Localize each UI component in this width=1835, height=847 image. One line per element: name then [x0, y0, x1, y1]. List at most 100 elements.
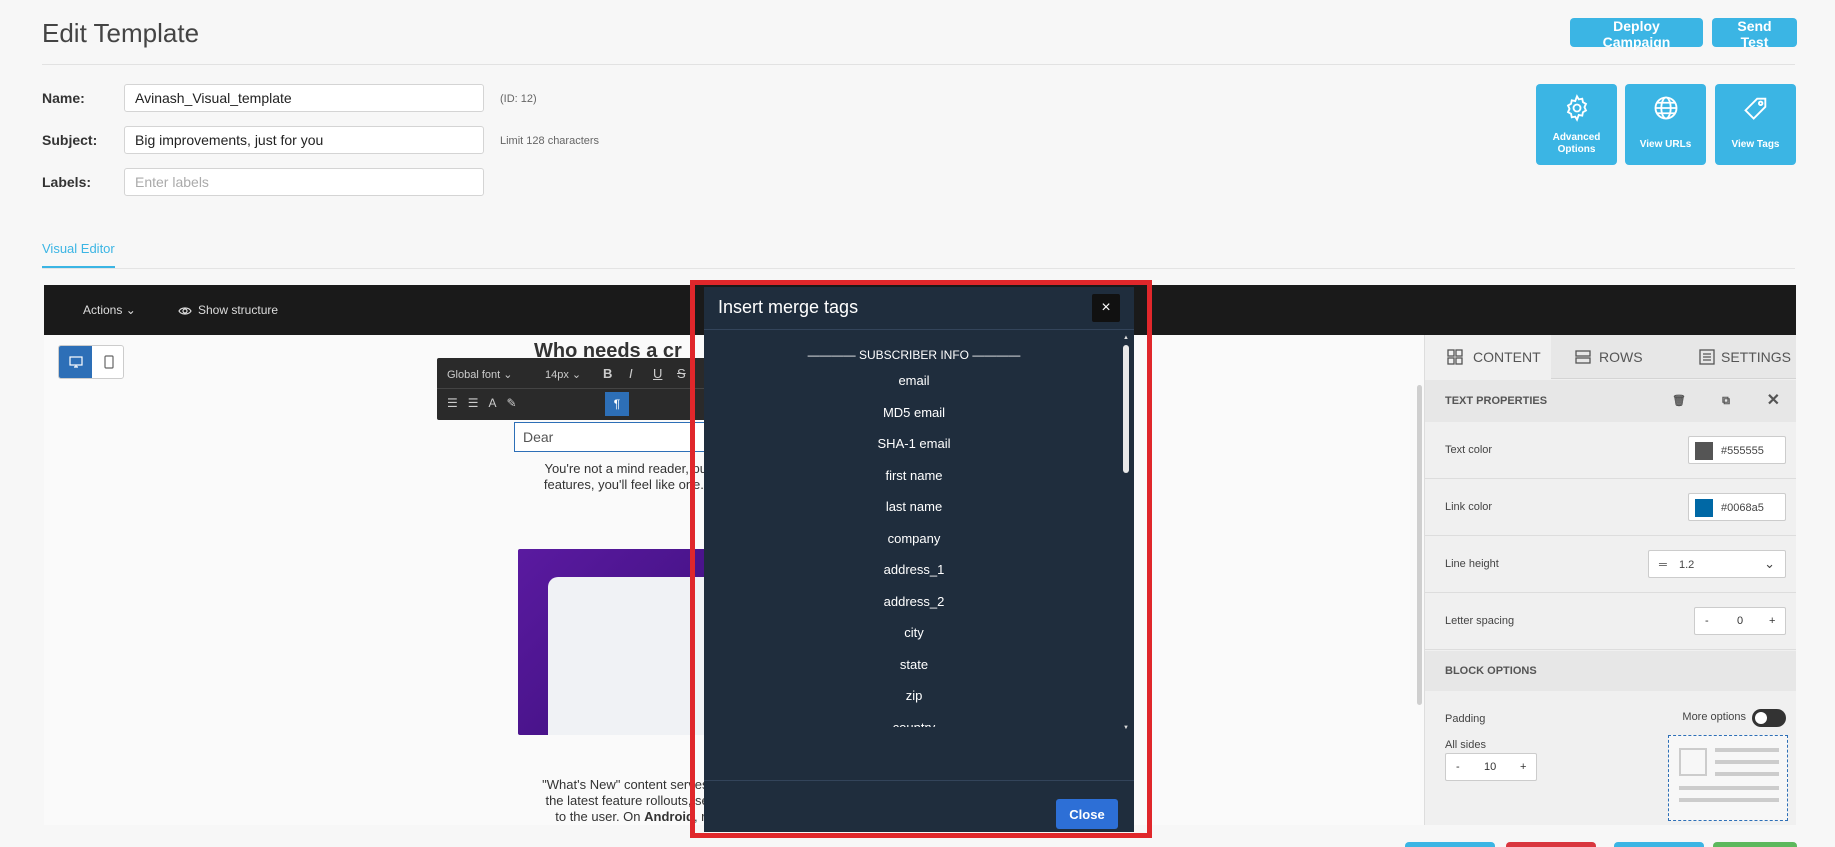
- merge-tag-state[interactable]: state: [704, 649, 1124, 681]
- text-color-swatch: [1695, 442, 1713, 460]
- scroll-down-icon[interactable]: ▼: [1122, 725, 1130, 731]
- link-color-value: #0068a5: [1721, 502, 1764, 514]
- merge-tag-last-name[interactable]: last name: [704, 491, 1124, 523]
- name-label: Name:: [42, 90, 85, 106]
- view-tags-button[interactable]: View Tags: [1715, 84, 1796, 165]
- trash-icon[interactable]: 🗑: [1672, 380, 1686, 422]
- more-options-toggle[interactable]: [1752, 709, 1786, 727]
- padding-row: Padding More options All sides - 10 +: [1425, 691, 1796, 821]
- text-color-label: Text color: [1445, 444, 1493, 456]
- text-color-value: #555555: [1721, 445, 1764, 457]
- letter-spacing-stepper[interactable]: - 0 +: [1694, 607, 1786, 635]
- deploy-campaign-button[interactable]: Deploy Campaign: [1570, 18, 1703, 50]
- mobile-icon: [103, 355, 114, 369]
- page-title: Edit Template: [42, 18, 200, 48]
- close-button[interactable]: Close: [1056, 799, 1118, 829]
- scroll-thumb[interactable]: [1123, 345, 1129, 473]
- labels-input[interactable]: [124, 168, 484, 196]
- plus-button[interactable]: +: [1769, 615, 1775, 627]
- merge-tag-list: ———— SUBSCRIBER INFO ———— email MD5 emai…: [704, 335, 1124, 727]
- text-color-row: Text color #555555: [1425, 422, 1796, 479]
- chevron-down-icon: ⌄: [1764, 556, 1775, 571]
- eye-icon: [178, 307, 192, 315]
- settings-icon: [1699, 349, 1715, 365]
- ltr-direction-icon[interactable]: ¶: [605, 392, 629, 416]
- italic-icon[interactable]: I: [629, 366, 633, 381]
- tab-visual-editor[interactable]: Visual Editor: [42, 241, 115, 268]
- properties-panel: CONTENT ROWS SETTINGS TEXT PROPERTIES 🗑 …: [1417, 335, 1796, 825]
- line-height-label: Line height: [1445, 558, 1499, 570]
- duplicate-icon[interactable]: ⧉: [1722, 380, 1730, 422]
- bottom-button-4[interactable]: [1713, 842, 1797, 847]
- merge-tag-md5-email[interactable]: MD5 email: [704, 397, 1124, 429]
- mobile-view-button[interactable]: [92, 346, 125, 378]
- merge-tag-country[interactable]: country: [704, 712, 1124, 728]
- header-divider: [42, 64, 1795, 65]
- subject-hint: Limit 128 characters: [500, 135, 600, 147]
- show-structure-toggle[interactable]: Show structure: [178, 303, 278, 317]
- actions-menu[interactable]: Actions ⌄: [83, 303, 136, 317]
- merge-tag-email[interactable]: email: [704, 365, 1124, 397]
- modal-scrollbar[interactable]: ▲ ▼: [1122, 335, 1130, 731]
- name-input[interactable]: [124, 84, 484, 112]
- merge-tag-sha1-email[interactable]: SHA-1 email: [704, 428, 1124, 460]
- strikethrough-icon[interactable]: S: [677, 366, 686, 381]
- grid-icon: [1447, 349, 1463, 365]
- rows-icon: [1575, 350, 1591, 364]
- bottom-button-2[interactable]: [1506, 842, 1596, 847]
- all-sides-label: All sides: [1445, 739, 1486, 751]
- desktop-view-button[interactable]: [59, 346, 92, 378]
- view-tags-label: View Tags: [1731, 139, 1780, 150]
- block-options-header: BLOCK OPTIONS: [1425, 651, 1796, 691]
- tab-settings[interactable]: SETTINGS: [1681, 335, 1791, 379]
- merge-tag-address-1[interactable]: address_1: [704, 554, 1124, 586]
- toolbar-divider: [437, 388, 717, 389]
- subject-label: Subject:: [42, 132, 98, 148]
- close-icon[interactable]: ✕: [1767, 380, 1780, 422]
- subject-input[interactable]: [124, 126, 484, 154]
- minus-button[interactable]: -: [1456, 761, 1460, 773]
- link-color-field[interactable]: #0068a5: [1688, 493, 1786, 521]
- globe-icon: [1654, 96, 1678, 120]
- tab-content[interactable]: CONTENT: [1425, 335, 1551, 379]
- list-and-color-icons[interactable]: ☰☰A✎: [447, 396, 527, 410]
- merge-tag-first-name[interactable]: first name: [704, 460, 1124, 492]
- merge-tag-address-2[interactable]: address_2: [704, 586, 1124, 618]
- plus-button[interactable]: +: [1520, 761, 1526, 773]
- merge-tag-company[interactable]: company: [704, 523, 1124, 555]
- merge-tag-zip[interactable]: zip: [704, 680, 1124, 712]
- link-color-row: Link color #0068a5: [1425, 479, 1796, 536]
- view-urls-button[interactable]: View URLs: [1625, 84, 1706, 165]
- link-color-swatch: [1695, 499, 1713, 517]
- underline-icon[interactable]: U: [653, 366, 662, 381]
- bottom-button-3[interactable]: [1614, 842, 1704, 847]
- font-size-select[interactable]: 14px ⌄: [545, 368, 581, 381]
- scroll-up-icon[interactable]: ▲: [1122, 335, 1130, 341]
- send-test-button[interactable]: Send Test: [1712, 18, 1797, 50]
- link-color-label: Link color: [1445, 501, 1493, 513]
- modal-footer-divider: [704, 780, 1134, 781]
- text-color-field[interactable]: #555555: [1688, 436, 1786, 464]
- close-icon[interactable]: ×: [1092, 294, 1120, 322]
- line-height-select[interactable]: ═ 1.2 ⌄: [1648, 550, 1786, 578]
- canvas-scrollbar[interactable]: [1417, 385, 1422, 705]
- bottom-button-1[interactable]: [1405, 842, 1495, 847]
- view-urls-label: View URLs: [1639, 139, 1692, 150]
- padding-preview-icon: [1668, 735, 1788, 821]
- line-height-row: Line height ═ 1.2 ⌄: [1425, 536, 1796, 593]
- font-select[interactable]: Global font ⌄: [447, 368, 512, 381]
- panel-tabs: CONTENT ROWS SETTINGS: [1425, 335, 1796, 379]
- all-sides-stepper[interactable]: - 10 +: [1445, 753, 1537, 781]
- bold-icon[interactable]: B: [603, 366, 612, 381]
- advanced-options-label: Advanced Options: [1552, 132, 1601, 155]
- chevron-down-icon: ⌄: [125, 303, 136, 317]
- merge-tag-city[interactable]: city: [704, 617, 1124, 649]
- advanced-options-button[interactable]: Advanced Options: [1536, 84, 1617, 165]
- minus-button[interactable]: -: [1705, 615, 1709, 627]
- tag-icon: [1744, 97, 1767, 120]
- tab-rows[interactable]: ROWS: [1561, 335, 1643, 379]
- merge-tags-modal: Insert merge tags × ———— SUBSCRIBER INFO…: [704, 287, 1134, 832]
- letter-spacing-row: Letter spacing - 0 +: [1425, 593, 1796, 650]
- line-height-icon: ═: [1659, 559, 1667, 571]
- tab-divider: [42, 268, 1795, 269]
